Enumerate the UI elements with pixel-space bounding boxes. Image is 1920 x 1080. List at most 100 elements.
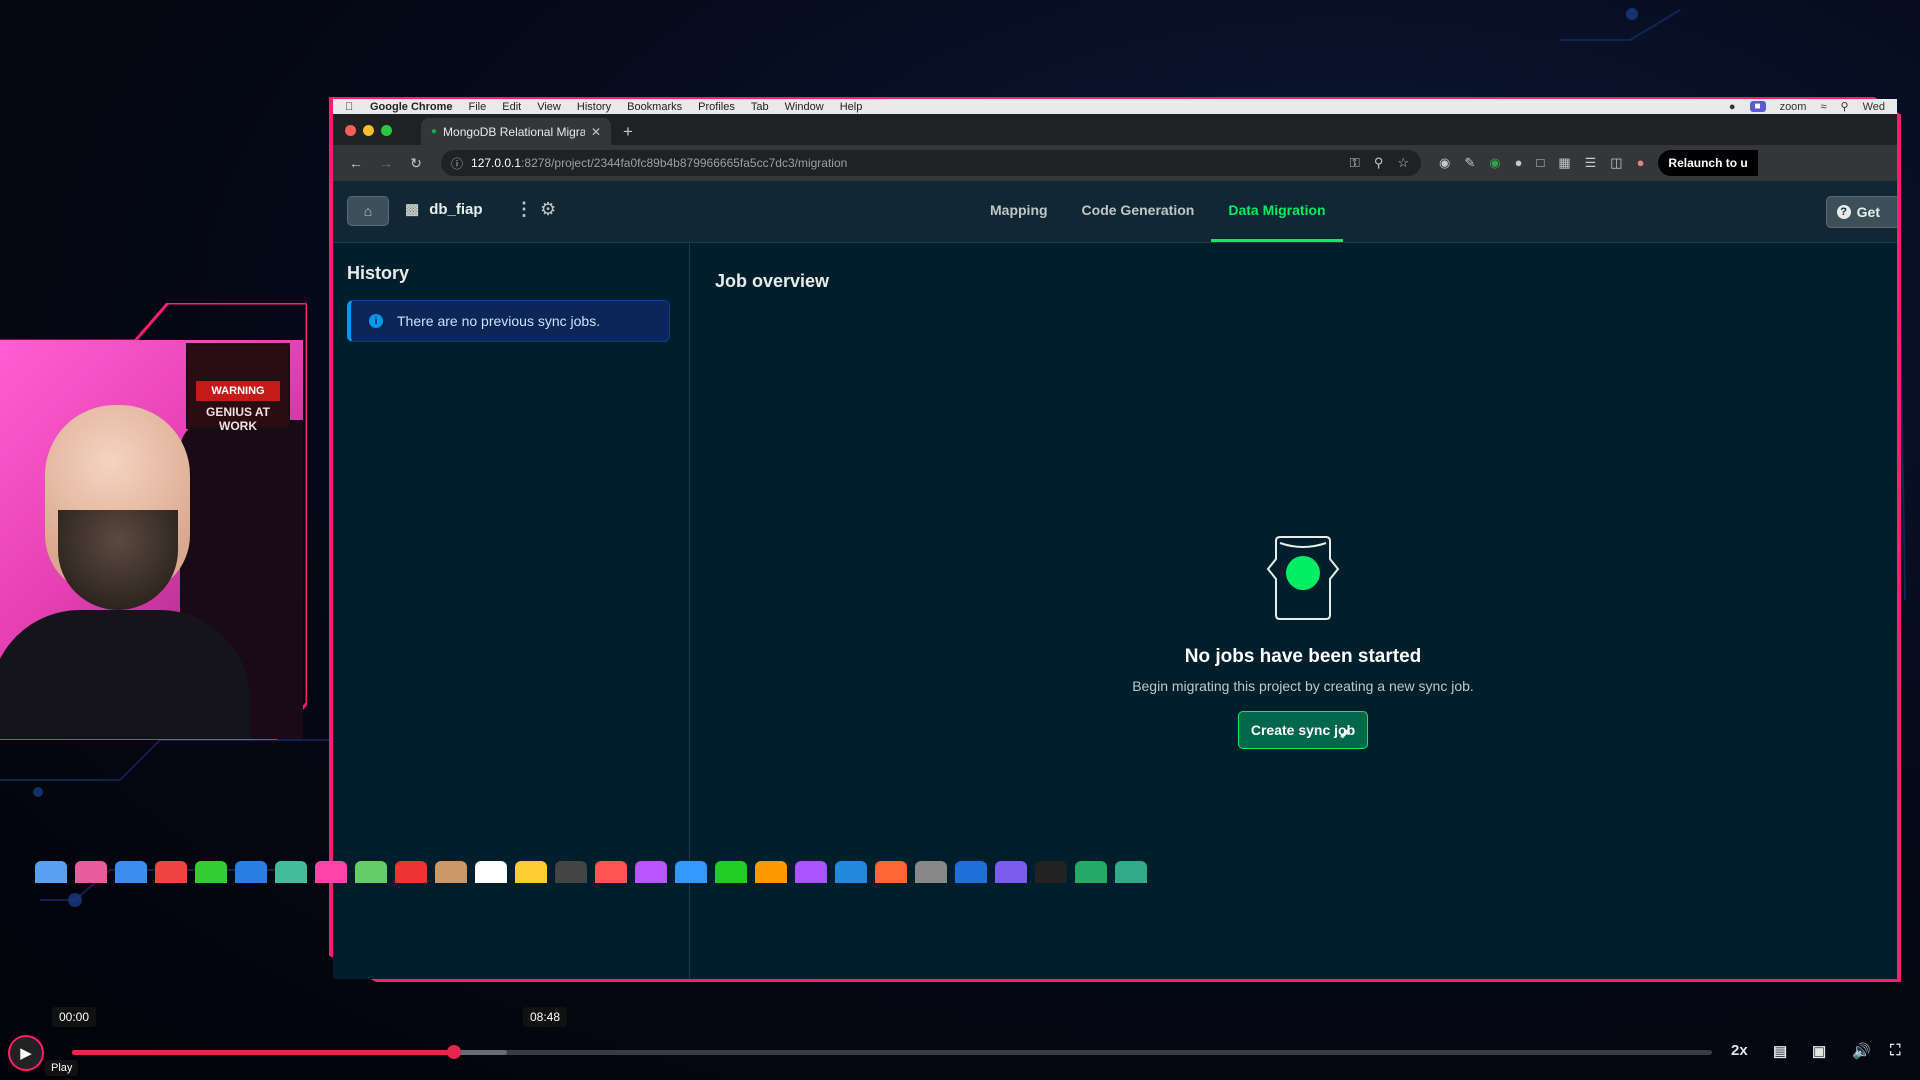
menu-file[interactable]: File bbox=[469, 101, 487, 113]
dock-app-icon[interactable] bbox=[115, 861, 147, 883]
progress-played bbox=[72, 1050, 455, 1055]
dock-app-icon[interactable] bbox=[75, 861, 107, 883]
menu-view[interactable]: View bbox=[537, 101, 561, 113]
play-button[interactable]: ▶ bbox=[8, 1035, 44, 1071]
dock-app-icon[interactable] bbox=[195, 861, 227, 883]
dock-app-icon[interactable] bbox=[915, 861, 947, 883]
url-input[interactable]: ⓘ 127.0.0.1:8278/project/2344fa0fc89b4b8… bbox=[441, 150, 1421, 176]
extension-icon[interactable]: ● bbox=[1515, 155, 1523, 171]
dock-app-icon[interactable] bbox=[155, 861, 187, 883]
tab-title: MongoDB Relational Migrator bbox=[443, 124, 585, 139]
settings-gear-icon[interactable]: ⚙ bbox=[540, 199, 556, 220]
dock-app-icon[interactable] bbox=[395, 861, 427, 883]
browser-tab[interactable]: ● MongoDB Relational Migrator ✕ bbox=[421, 118, 611, 145]
dock-app-icon[interactable] bbox=[555, 861, 587, 883]
zoom-window-icon[interactable] bbox=[381, 125, 392, 136]
dock-app-icon[interactable] bbox=[795, 861, 827, 883]
dock-app-icon[interactable] bbox=[595, 861, 627, 883]
tab-code-generation[interactable]: Code Generation bbox=[1065, 181, 1212, 242]
side-panel-icon[interactable]: ◫ bbox=[1610, 155, 1622, 171]
url-path: :8278/project/2344fa0fc89b4b879966665fa5… bbox=[521, 156, 848, 170]
banner-text: There are no previous sync jobs. bbox=[397, 313, 601, 329]
dock-app-icon[interactable] bbox=[1035, 861, 1067, 883]
close-tab-icon[interactable]: ✕ bbox=[591, 125, 601, 139]
reload-icon[interactable]: ↻ bbox=[405, 155, 427, 172]
dock-app-icon[interactable] bbox=[875, 861, 907, 883]
media-queue-icon[interactable]: ☰ bbox=[1585, 155, 1597, 171]
dock-app-icon[interactable] bbox=[675, 861, 707, 883]
project-selector[interactable]: ▩ db_fiap bbox=[405, 200, 483, 219]
minimize-window-icon[interactable] bbox=[363, 125, 374, 136]
menu-tab[interactable]: Tab bbox=[751, 101, 769, 113]
dock-app-icon[interactable] bbox=[275, 861, 307, 883]
extension-icon[interactable]: ◉ bbox=[1439, 155, 1450, 171]
page-zoom-icon[interactable]: ⚲ bbox=[1374, 155, 1384, 171]
mac-dock bbox=[35, 861, 1575, 883]
password-key-icon[interactable]: ⚿ bbox=[1350, 155, 1360, 171]
menubar-clock[interactable]: Wed bbox=[1863, 101, 1885, 113]
dock-app-icon[interactable] bbox=[955, 861, 987, 883]
wifi-icon[interactable]: ≈ bbox=[1820, 101, 1826, 113]
dock-app-icon[interactable] bbox=[1115, 861, 1147, 883]
menu-help[interactable]: Help bbox=[840, 101, 863, 113]
play-icon: ▶ bbox=[20, 1045, 32, 1062]
mac-menu-bar:  Google Chrome File Edit View History B… bbox=[333, 99, 1897, 114]
menu-edit[interactable]: Edit bbox=[502, 101, 521, 113]
dock-app-icon[interactable] bbox=[475, 861, 507, 883]
home-button[interactable]: ⌂ bbox=[347, 196, 389, 226]
menu-bookmarks[interactable]: Bookmarks bbox=[627, 101, 682, 113]
dock-app-icon[interactable] bbox=[715, 861, 747, 883]
dock-app-icon[interactable] bbox=[35, 861, 67, 883]
close-window-icon[interactable] bbox=[345, 125, 356, 136]
puzzle-extensions-icon[interactable]: ▦ bbox=[1558, 155, 1570, 171]
playback-speed-button[interactable]: 2x bbox=[1731, 1042, 1748, 1059]
dock-app-icon[interactable] bbox=[835, 861, 867, 883]
warning-poster: WARNING GENIUS AT WORK bbox=[186, 343, 290, 433]
search-icon[interactable]: ⚲ bbox=[1841, 100, 1849, 113]
camera-status-icon[interactable]: ● bbox=[1729, 101, 1736, 113]
dock-app-icon[interactable] bbox=[1075, 861, 1107, 883]
dock-app-icon[interactable] bbox=[635, 861, 667, 883]
bookmark-star-icon[interactable]: ☆ bbox=[1397, 155, 1409, 171]
captions-icon[interactable]: ▤ bbox=[1773, 1042, 1787, 1060]
back-arrow-icon[interactable]: ← bbox=[345, 155, 367, 171]
tab-data-migration[interactable]: Data Migration bbox=[1211, 181, 1343, 242]
dock-app-icon[interactable] bbox=[235, 861, 267, 883]
hover-time-label: 08:48 bbox=[523, 1007, 568, 1027]
video-player-bar bbox=[0, 1000, 1920, 1080]
app-header: ⌂ ▩ db_fiap ⋮ ⚙ Mapping Code Generation … bbox=[333, 181, 1897, 243]
project-name: db_fiap bbox=[429, 200, 483, 218]
get-help-button[interactable]: ? Get bbox=[1825, 196, 1897, 228]
teams-status-icon[interactable]: ■ bbox=[1749, 101, 1766, 112]
forward-arrow-icon[interactable]: → bbox=[375, 155, 397, 171]
eyedropper-icon[interactable]: ✎ bbox=[1464, 155, 1475, 171]
profile-avatar-icon[interactable]: ● bbox=[1637, 155, 1645, 171]
apple-icon[interactable]:  bbox=[345, 101, 356, 113]
menu-profiles[interactable]: Profiles bbox=[698, 101, 735, 113]
dock-app-icon[interactable] bbox=[755, 861, 787, 883]
relaunch-button[interactable]: Relaunch to u bbox=[1658, 150, 1758, 176]
github-extension-icon[interactable]: ◉ bbox=[1489, 155, 1500, 171]
new-tab-icon[interactable]: + bbox=[623, 118, 633, 145]
address-bar-row: ← → ↻ ⓘ 127.0.0.1:8278/project/2344fa0fc… bbox=[333, 145, 1897, 181]
more-options-icon[interactable]: ⋮ bbox=[515, 199, 533, 220]
site-info-icon[interactable]: ⓘ bbox=[451, 155, 463, 172]
picture-in-picture-icon[interactable]: ▣ bbox=[1812, 1042, 1826, 1060]
zoom-status-label[interactable]: zoom bbox=[1780, 101, 1807, 113]
progress-scrubber-handle[interactable] bbox=[447, 1045, 462, 1059]
history-title: History bbox=[347, 263, 410, 283]
dock-app-icon[interactable] bbox=[995, 861, 1027, 883]
dock-app-icon[interactable] bbox=[315, 861, 347, 883]
progress-track[interactable] bbox=[72, 1045, 1712, 1059]
dock-app-icon[interactable] bbox=[515, 861, 547, 883]
menu-history[interactable]: History bbox=[577, 101, 611, 113]
get-help-label: Get bbox=[1856, 204, 1880, 220]
tab-mapping[interactable]: Mapping bbox=[973, 181, 1065, 242]
volume-icon[interactable]: 🔊 bbox=[1852, 1042, 1871, 1060]
dock-app-icon[interactable] bbox=[435, 861, 467, 883]
menu-window[interactable]: Window bbox=[785, 101, 824, 113]
extension-icon[interactable]: □ bbox=[1536, 155, 1544, 171]
menu-app-name[interactable]: Google Chrome bbox=[370, 101, 453, 113]
dock-app-icon[interactable] bbox=[355, 861, 387, 883]
fullscreen-icon[interactable]: ⛶ bbox=[1890, 1042, 1901, 1059]
